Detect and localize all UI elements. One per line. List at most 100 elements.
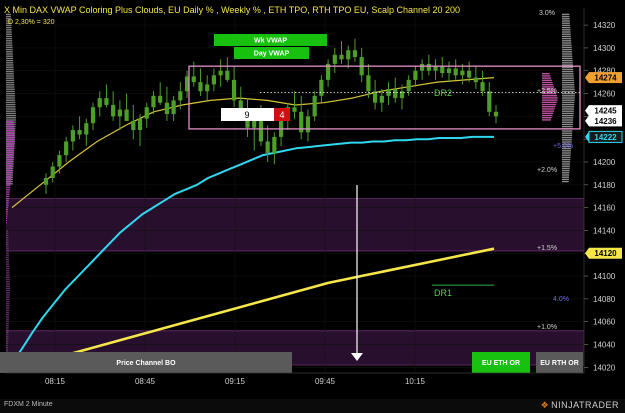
y-tick-label: 14060 (593, 318, 616, 327)
tpo-profile-left-gray (6, 15, 11, 18)
chart-canvas: DR2 DR1 +2.5% +2.0% +1.5% +1.0% +5.0% 4.0% X Min… (0, 0, 625, 413)
y-tick-label: 14020 (593, 363, 616, 372)
tpo-profile-left-gray (6, 59, 14, 62)
y-tick-label: 14200 (593, 158, 616, 167)
tpo-profile-left-tail (6, 270, 10, 272)
tpo-profile-right-gray (562, 169, 570, 172)
tpo-profile-left-purple (6, 219, 7, 222)
tpo-profile-left-gray (6, 55, 13, 57)
candle-body (265, 141, 270, 153)
tpo-profile-right-gray (562, 156, 571, 159)
tpo-profile-right-gray (562, 117, 574, 119)
tpo-profile-left-gray (6, 110, 16, 112)
tpo-profile-right-gray (562, 90, 575, 93)
tpo-profile-left-tail (6, 340, 9, 342)
tpo-profile-left-purple (6, 184, 11, 187)
tpo-profile-right-gray (562, 106, 575, 108)
tpo-profile-left-tail (6, 289, 10, 292)
counter-value-white: 9 (244, 110, 249, 120)
tpo-profile-left-tail (6, 325, 9, 327)
tpo-profile-left-tail (6, 250, 9, 252)
candle-body (50, 166, 55, 178)
tpo-profile-left-gray (6, 84, 15, 86)
tpo-profile-left-tail (6, 307, 10, 309)
tpo-profile-left-gray (6, 44, 13, 46)
pct-3-label: 3.0% (539, 10, 555, 17)
tpo-profile-right-gray (562, 70, 574, 73)
candle-body (158, 95, 163, 103)
y-tick-label: 14160 (593, 204, 616, 213)
tpo-profile-left-gray (6, 29, 12, 31)
tpo-profile-right-pink (542, 95, 557, 97)
tpo-profile-left-gray (6, 101, 16, 104)
tpo-profile-left-purple (6, 136, 15, 138)
tpo-profile-right-pink (542, 77, 552, 79)
tpo-profile-right-pink (542, 84, 554, 86)
candle-body (258, 120, 264, 142)
tpo-profile-left-tail (6, 347, 9, 349)
candle-body (171, 100, 176, 115)
tpo-profile-left-purple (6, 156, 14, 158)
tpo-profile-right-gray (562, 81, 575, 84)
tpo-profile-left-purple (6, 127, 14, 129)
tpo-profile-left-purple (6, 193, 10, 195)
tpo-profile-right-gray (562, 152, 571, 154)
wk-vwap-button-label: Wk VWAP (254, 38, 287, 45)
tpo-profile-right-gray (562, 132, 573, 134)
tpo-profile-right-pink (542, 114, 553, 117)
dr2-label: DR2 (434, 88, 452, 98)
candle-body (433, 66, 438, 71)
pct-1-5-label: +1.5% (537, 245, 557, 252)
tpo-profile-left-tail (6, 314, 10, 316)
tpo-profile-right-gray (562, 77, 574, 79)
tpo-profile-right-gray (562, 163, 571, 165)
tpo-profile-right-gray (562, 53, 573, 55)
candle-body (339, 54, 344, 60)
tpo-profile-left-tail (6, 331, 9, 334)
tpo-profile-left-purple (6, 167, 13, 169)
tpo-profile-right-gray (562, 46, 572, 49)
tpo-profile-left-purple (6, 191, 10, 193)
tpo-profile-left-gray (6, 88, 15, 90)
tpo-profile-left-gray (6, 46, 13, 49)
tpo-profile-left-purple (6, 182, 11, 184)
tpo-profile-left-purple (6, 215, 8, 217)
tpo-profile-left-purple (6, 222, 7, 224)
chart-subtitle: D 2,30% = 320 (8, 19, 55, 26)
tpo-profile-right-gray (562, 42, 572, 44)
tpo-profile-right-gray (562, 26, 571, 29)
tpo-profile-right-gray (562, 123, 573, 126)
candle-body (144, 107, 149, 119)
tpo-profile-right-pink (542, 99, 558, 101)
tpo-profile-right-gray (562, 18, 570, 20)
tpo-profile-right-gray (562, 37, 572, 40)
day-vwap-button-label: Day VWAP (254, 51, 290, 58)
tpo-profile-left-purple (6, 202, 9, 204)
tpo-profile-right-pink (542, 73, 550, 75)
tpo-profile-right-gray (562, 108, 574, 110)
tpo-profile-right-gray (562, 68, 574, 71)
tpo-profile-right-gray (562, 101, 575, 104)
tpo-profile-left-gray (6, 64, 14, 66)
tpo-profile-right-gray (562, 59, 573, 62)
candle-body (352, 50, 358, 58)
tpo-profile-left-gray (6, 86, 15, 88)
candle-body (453, 68, 458, 76)
y-tick-label: 14180 (593, 181, 616, 190)
tpo-profile-right-gray (562, 13, 570, 16)
tpo-profile-right-gray (562, 44, 572, 46)
candle-body (346, 50, 351, 60)
tpo-profile-left-purple (6, 213, 8, 215)
candle-body (131, 120, 136, 131)
candle-body (426, 63, 431, 71)
tpo-profile-right-gray (562, 75, 574, 77)
tpo-profile-right-gray (562, 167, 570, 170)
tpo-profile-right-gray (562, 57, 573, 60)
tpo-profile-right-pink (542, 79, 552, 82)
tpo-profile-right-pink (542, 117, 552, 119)
pct-4-label: 4.0% (553, 296, 569, 303)
status-footer: FDXM 2 Minute ❖ NINJATRADER (0, 399, 625, 413)
tpo-profile-left-purple (6, 180, 11, 182)
tpo-profile-left-purple (6, 206, 9, 209)
tpo-profile-left-tail (6, 265, 10, 268)
